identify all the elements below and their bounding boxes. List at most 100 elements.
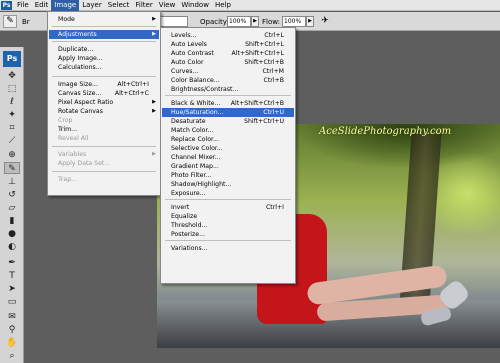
type-tool-icon[interactable]: T xyxy=(4,270,20,282)
menu-item-curves[interactable]: Curves... Ctrl+M xyxy=(162,67,294,76)
menu-item-selective-color[interactable]: Selective Color... xyxy=(162,144,294,153)
menu-item-duplicate[interactable]: Duplicate... xyxy=(49,45,159,54)
move-tool-icon[interactable]: ✥ xyxy=(4,70,20,82)
menu-item-posterize[interactable]: Posterize... xyxy=(162,230,294,239)
marquee-tool-icon[interactable]: ⬚ xyxy=(4,83,20,95)
menu-item-label: Replace Color... xyxy=(171,136,219,143)
menu-item-label: Threshold... xyxy=(171,222,208,229)
menu-item-shortcut: Shift+Ctrl+L xyxy=(245,41,284,48)
menu-filter[interactable]: Filter xyxy=(132,0,155,11)
menu-window[interactable]: Window xyxy=(178,0,212,11)
submenu-arrow-icon: ▶ xyxy=(152,16,156,22)
menu-item-auto-color[interactable]: Auto Color Shift+Ctrl+B xyxy=(162,58,294,67)
crop-tool-icon[interactable]: ⌗ xyxy=(4,122,20,134)
flow-field[interactable]: 100% xyxy=(282,16,306,27)
opacity-dropdown-arrow[interactable]: ▶ xyxy=(251,16,259,27)
mode-dropdown[interactable] xyxy=(160,16,188,27)
menu-item-image-size[interactable]: Image Size... Alt+Ctrl+I xyxy=(49,80,159,89)
menu-item-color-balance[interactable]: Color Balance... Ctrl+B xyxy=(162,76,294,85)
app-icon[interactable]: Ps xyxy=(1,0,12,10)
menu-item-label: Curves... xyxy=(171,68,199,75)
blur-tool-icon[interactable]: ● xyxy=(4,228,20,240)
menu-item-calculations[interactable]: Calculations... xyxy=(49,63,159,72)
menu-item-exposure[interactable]: Exposure... xyxy=(162,189,294,198)
menu-item-label: Posterize... xyxy=(171,231,205,238)
lasso-tool-icon[interactable]: ℓ xyxy=(4,96,20,108)
menu-item-reveal-all: Reveal All xyxy=(49,134,159,143)
menu-item-equalize[interactable]: Equalize xyxy=(162,212,294,221)
airbrush-icon[interactable]: ✈ xyxy=(318,15,332,28)
menu-item-shortcut: Ctrl+U xyxy=(263,109,284,116)
menu-item-shadow-highlight[interactable]: Shadow/Highlight... xyxy=(162,180,294,189)
menu-item-pixel-aspect-ratio[interactable]: Pixel Aspect Ratio ▶ xyxy=(49,98,159,107)
menu-item-levels[interactable]: Levels... Ctrl+L xyxy=(162,31,294,40)
menu-item-match-color[interactable]: Match Color... xyxy=(162,126,294,135)
submenu-arrow-icon: ▶ xyxy=(152,108,156,114)
menu-select[interactable]: Select xyxy=(105,0,133,11)
menu-item-label: Reveal All xyxy=(58,135,89,142)
menu-item-trim[interactable]: Trim... xyxy=(49,125,159,134)
menu-item-shortcut: Alt+Ctrl+I xyxy=(117,81,149,88)
eyedropper-tool-icon[interactable]: ⚲ xyxy=(4,324,20,336)
menu-item-shortcut: Shift+Ctrl+U xyxy=(244,118,284,125)
opacity-field[interactable]: 100% xyxy=(227,16,251,27)
menu-item-variations[interactable]: Variations... xyxy=(162,244,294,253)
brush-tool-icon[interactable]: ✎ xyxy=(4,162,20,174)
menu-item-rotate-canvas[interactable]: Rotate Canvas ▶ xyxy=(49,107,159,116)
brush-label: Br xyxy=(22,18,30,26)
gradient-tool-icon[interactable]: ▮ xyxy=(4,215,20,227)
menu-item-label: Apply Data Set... xyxy=(58,160,111,167)
menu-item-channel-mixer[interactable]: Channel Mixer... xyxy=(162,153,294,162)
menu-layer[interactable]: Layer xyxy=(79,0,105,11)
menu-image[interactable]: Image xyxy=(51,0,80,11)
flow-dropdown-arrow[interactable]: ▶ xyxy=(306,16,314,27)
menu-item-label: Image Size... xyxy=(58,81,98,88)
brush-tool-preset-icon[interactable]: ✎ xyxy=(3,15,17,28)
menu-file[interactable]: File xyxy=(14,0,32,11)
menu-item-apply-image[interactable]: Apply Image... xyxy=(49,54,159,63)
menu-item-mode[interactable]: Mode ▶ xyxy=(49,15,159,24)
menu-item-label: Gradient Map... xyxy=(171,163,219,170)
menu-item-label: Canvas Size... xyxy=(58,90,102,97)
clone-stamp-icon[interactable]: ⊥ xyxy=(4,176,20,188)
menu-item-label: Calculations... xyxy=(58,64,102,71)
history-brush-icon[interactable]: ↺ xyxy=(4,189,20,201)
menu-item-brightness-contrast[interactable]: Brightness/Contrast... xyxy=(162,85,294,94)
slice-tool-icon[interactable]: ⟋ xyxy=(4,135,20,147)
path-selection-icon[interactable]: ➤ xyxy=(4,283,20,295)
menu-item-adjustments[interactable]: Adjustments ▶ xyxy=(49,30,159,39)
eraser-tool-icon[interactable]: ▱ xyxy=(4,202,20,214)
magic-wand-icon[interactable]: ✦ xyxy=(4,109,20,121)
menu-edit[interactable]: Edit xyxy=(32,0,52,11)
menu-item-auto-levels[interactable]: Auto Levels Shift+Ctrl+L xyxy=(162,40,294,49)
shape-tool-icon[interactable]: ▭ xyxy=(4,296,20,308)
menu-item-shortcut: Shift+Ctrl+B xyxy=(244,59,284,66)
menu-item-canvas-size[interactable]: Canvas Size... Alt+Ctrl+C xyxy=(49,89,159,98)
menu-item-replace-color[interactable]: Replace Color... xyxy=(162,135,294,144)
menu-item-auto-contrast[interactable]: Auto Contrast Alt+Shift+Ctrl+L xyxy=(162,49,294,58)
zoom-tool-icon[interactable]: ⌕ xyxy=(4,350,20,362)
menu-item-gradient-map[interactable]: Gradient Map... xyxy=(162,162,294,171)
menu-item-black-white[interactable]: Black & White... Alt+Shift+Ctrl+B xyxy=(162,99,294,108)
hand-tool-icon[interactable]: ✋ xyxy=(4,337,20,349)
menu-item-invert[interactable]: Invert Ctrl+I xyxy=(162,203,294,212)
menu-item-hue-saturation[interactable]: Hue/Saturation... Ctrl+U xyxy=(162,108,294,117)
menu-item-shortcut: Ctrl+B xyxy=(263,77,284,84)
opacity-label: Opacity: xyxy=(200,18,229,26)
menu-separator xyxy=(52,146,156,147)
dodge-tool-icon[interactable]: ◐ xyxy=(4,241,20,253)
menu-item-label: Variables xyxy=(58,151,87,158)
menu-view[interactable]: View xyxy=(156,0,179,11)
healing-brush-icon[interactable]: ⊕ xyxy=(4,149,20,161)
menu-item-label: Levels... xyxy=(171,32,197,39)
menu-item-label: Photo Filter... xyxy=(171,172,212,179)
pen-tool-icon[interactable]: ✒ xyxy=(4,257,20,269)
menu-item-label: Duplicate... xyxy=(58,46,94,53)
menu-item-threshold[interactable]: Threshold... xyxy=(162,221,294,230)
menu-item-shortcut: Alt+Shift+Ctrl+L xyxy=(231,50,284,57)
notes-tool-icon[interactable]: ✉ xyxy=(4,311,20,323)
menu-item-shortcut: Ctrl+M xyxy=(262,68,284,75)
menu-item-desaturate[interactable]: Desaturate Shift+Ctrl+U xyxy=(162,117,294,126)
menu-item-photo-filter[interactable]: Photo Filter... xyxy=(162,171,294,180)
menu-help[interactable]: Help xyxy=(212,0,234,11)
